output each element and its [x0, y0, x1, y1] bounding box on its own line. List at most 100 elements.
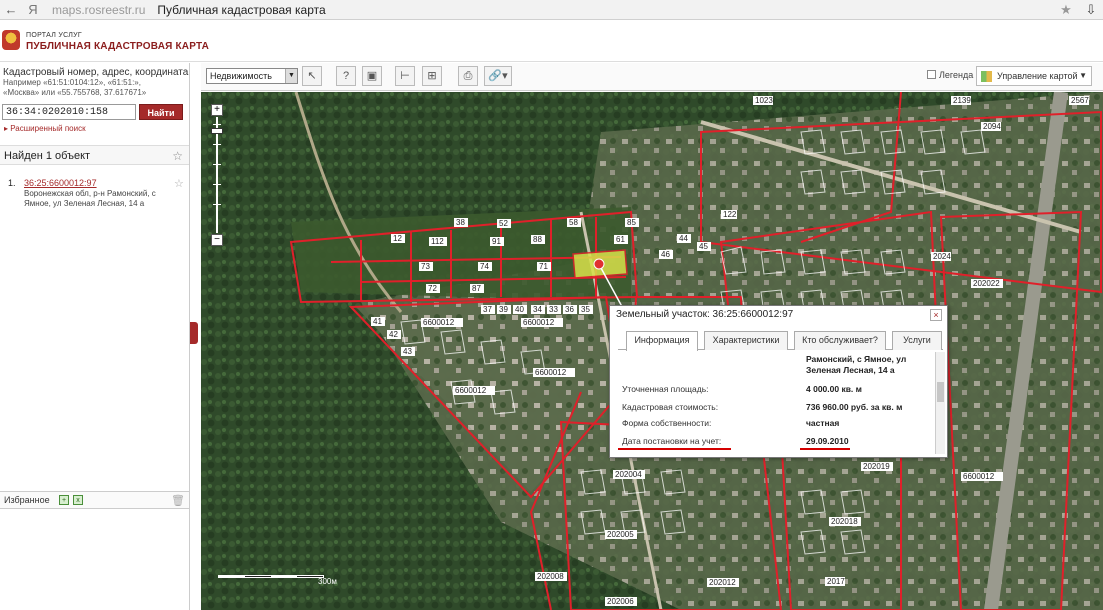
- svg-text:43: 43: [403, 347, 412, 356]
- scale-label: 300м: [318, 577, 337, 586]
- tab-information[interactable]: Информация: [626, 331, 698, 351]
- search-hint: Например «61:51:0104:12», «61:51:», «Мос…: [3, 78, 147, 97]
- advanced-search-link[interactable]: ▸ Расширенный поиск: [4, 124, 86, 133]
- parcel-label: 72: [426, 284, 440, 293]
- zoom-tick: [213, 204, 221, 205]
- parcel-label: 6600012: [453, 386, 495, 395]
- parcel-label: 202006: [605, 597, 637, 606]
- parcel-label: 12: [391, 234, 405, 243]
- popup-body[interactable]: Рамонский, с Ямное, ул Зеленая Лесная, 1…: [618, 352, 938, 454]
- svg-text:202022: 202022: [973, 279, 1000, 288]
- url-domain: maps.rosreestr.ru: [52, 2, 146, 17]
- result-address: Воронежская обл, р-н Рамонский, с Ямное,…: [24, 189, 156, 208]
- results-header: Найден 1 объект ☆: [0, 145, 189, 165]
- parcel-label: 37: [481, 305, 495, 314]
- find-button[interactable]: Найти: [139, 104, 183, 120]
- yandex-icon[interactable]: Я: [22, 2, 44, 17]
- tab-characteristics[interactable]: Характеристики: [704, 331, 788, 350]
- pointer-tool-icon[interactable]: ↖: [302, 66, 322, 86]
- area-tool-icon[interactable]: ⊞: [422, 66, 442, 86]
- zoom-tick: [213, 144, 221, 145]
- popup-scrollbar[interactable]: [935, 352, 945, 454]
- svg-text:12: 12: [393, 234, 402, 243]
- result-link[interactable]: 36:25:6600012:97: [24, 178, 97, 188]
- star-icon[interactable]: ☆: [174, 177, 184, 190]
- highlight-underline: [618, 448, 731, 450]
- svg-text:40: 40: [515, 305, 524, 314]
- svg-text:91: 91: [492, 237, 501, 246]
- svg-text:42: 42: [389, 330, 398, 339]
- parcel-label: 1023: [753, 96, 773, 105]
- svg-text:41: 41: [373, 317, 382, 326]
- info-value: 4 000.00 кв. м: [806, 384, 862, 394]
- layer-select-value: Недвижимость: [210, 71, 272, 81]
- svg-text:74: 74: [480, 262, 489, 271]
- legend-toggle[interactable]: Легенда: [927, 70, 973, 80]
- browser-toolbar: ← Я maps.rosreestr.ru Публичная кадастро…: [0, 0, 1103, 20]
- bookmark-star-icon[interactable]: ★: [1053, 2, 1079, 18]
- page-title: Публичная кадастровая карта: [157, 2, 326, 17]
- svg-text:35: 35: [581, 305, 590, 314]
- brand-title[interactable]: ПУБЛИЧНАЯ КАДАСТРОВАЯ КАРТА: [26, 41, 209, 52]
- zoom-tick: [213, 124, 221, 125]
- print-icon[interactable]: ⎙: [458, 66, 478, 86]
- zoom-slider-handle[interactable]: [211, 128, 223, 134]
- layer-select[interactable]: Недвижимость ▼: [206, 68, 298, 84]
- coat-of-arms-logo[interactable]: [2, 30, 20, 50]
- zoom-out-button[interactable]: −: [211, 234, 223, 246]
- tab-who-serves[interactable]: Кто обслуживает?: [794, 331, 886, 350]
- export-bookmarks-icon[interactable]: x: [73, 495, 83, 505]
- info-select-tool-icon[interactable]: ▣: [362, 66, 382, 86]
- zoom-in-button[interactable]: +: [211, 104, 223, 116]
- zoom-control: + −: [211, 104, 223, 246]
- info-key: Уточненная площадь:: [622, 384, 709, 394]
- svg-text:2567: 2567: [1071, 96, 1089, 105]
- svg-text:36: 36: [565, 305, 574, 314]
- svg-text:6600012: 6600012: [963, 472, 995, 481]
- address-bar[interactable]: maps.rosreestr.ru Публичная кадастровая …: [44, 0, 1053, 20]
- portal-label[interactable]: ПОРТАЛ УСЛУГ: [26, 32, 82, 39]
- parcel-label: 46: [659, 250, 673, 259]
- back-arrow-icon[interactable]: ←: [0, 2, 22, 17]
- parcel-label: 58: [567, 218, 581, 227]
- svg-text:2017: 2017: [827, 577, 845, 586]
- site-header: ПОРТАЛ УСЛУГ ПУБЛИЧНАЯ КАДАСТРОВАЯ КАРТА: [0, 20, 1103, 62]
- parcel-label: 71: [537, 262, 551, 271]
- svg-text:112: 112: [431, 237, 444, 246]
- collapse-panel-handle[interactable]: [190, 322, 198, 344]
- svg-text:202005: 202005: [607, 530, 634, 539]
- add-bookmark-icon[interactable]: +: [59, 495, 69, 505]
- left-panel: Кадастровый номер, адрес, координата Нап…: [0, 63, 190, 610]
- trash-icon[interactable]: 🗑: [171, 494, 185, 507]
- parcel-label: 6600012: [961, 472, 1003, 481]
- highlight-underline: [800, 448, 850, 450]
- map-management-button[interactable]: Управление картой ▼: [976, 66, 1092, 86]
- star-icon[interactable]: ☆: [172, 149, 183, 163]
- download-icon[interactable]: ⇩: [1079, 2, 1103, 18]
- parcel-label: 6600012: [533, 368, 575, 377]
- scrollbar-thumb[interactable]: [937, 382, 944, 402]
- svg-text:85: 85: [627, 218, 636, 227]
- info-tool-icon[interactable]: ?: [336, 66, 356, 86]
- svg-text:88: 88: [533, 235, 542, 244]
- link-icon[interactable]: 🔗▾: [484, 66, 512, 86]
- svg-text:87: 87: [472, 284, 481, 293]
- parcel-label: 85: [625, 218, 639, 227]
- zoom-slider-track[interactable]: [216, 117, 218, 233]
- svg-text:44: 44: [679, 234, 688, 243]
- parcel-address: Рамонский, с Ямное, ул Зеленая Лесная, 1…: [806, 354, 907, 375]
- map-management-label: Управление картой: [997, 71, 1078, 81]
- parcel-label: 2094: [981, 122, 1001, 131]
- search-input[interactable]: [2, 104, 136, 120]
- legend-checkbox[interactable]: [927, 70, 936, 79]
- parcel-label: 202018: [829, 517, 861, 526]
- scale-bar: 300м: [218, 572, 337, 586]
- close-icon[interactable]: ×: [930, 309, 942, 321]
- svg-text:1023: 1023: [755, 96, 773, 105]
- parcel-label: 44: [677, 234, 691, 243]
- svg-text:202012: 202012: [709, 578, 736, 587]
- chevron-down-icon: ▼: [1079, 71, 1087, 80]
- ruler-tool-icon[interactable]: ⊢: [395, 66, 415, 86]
- parcel-label: 2024: [931, 252, 951, 261]
- tab-services[interactable]: Услуги: [892, 331, 942, 350]
